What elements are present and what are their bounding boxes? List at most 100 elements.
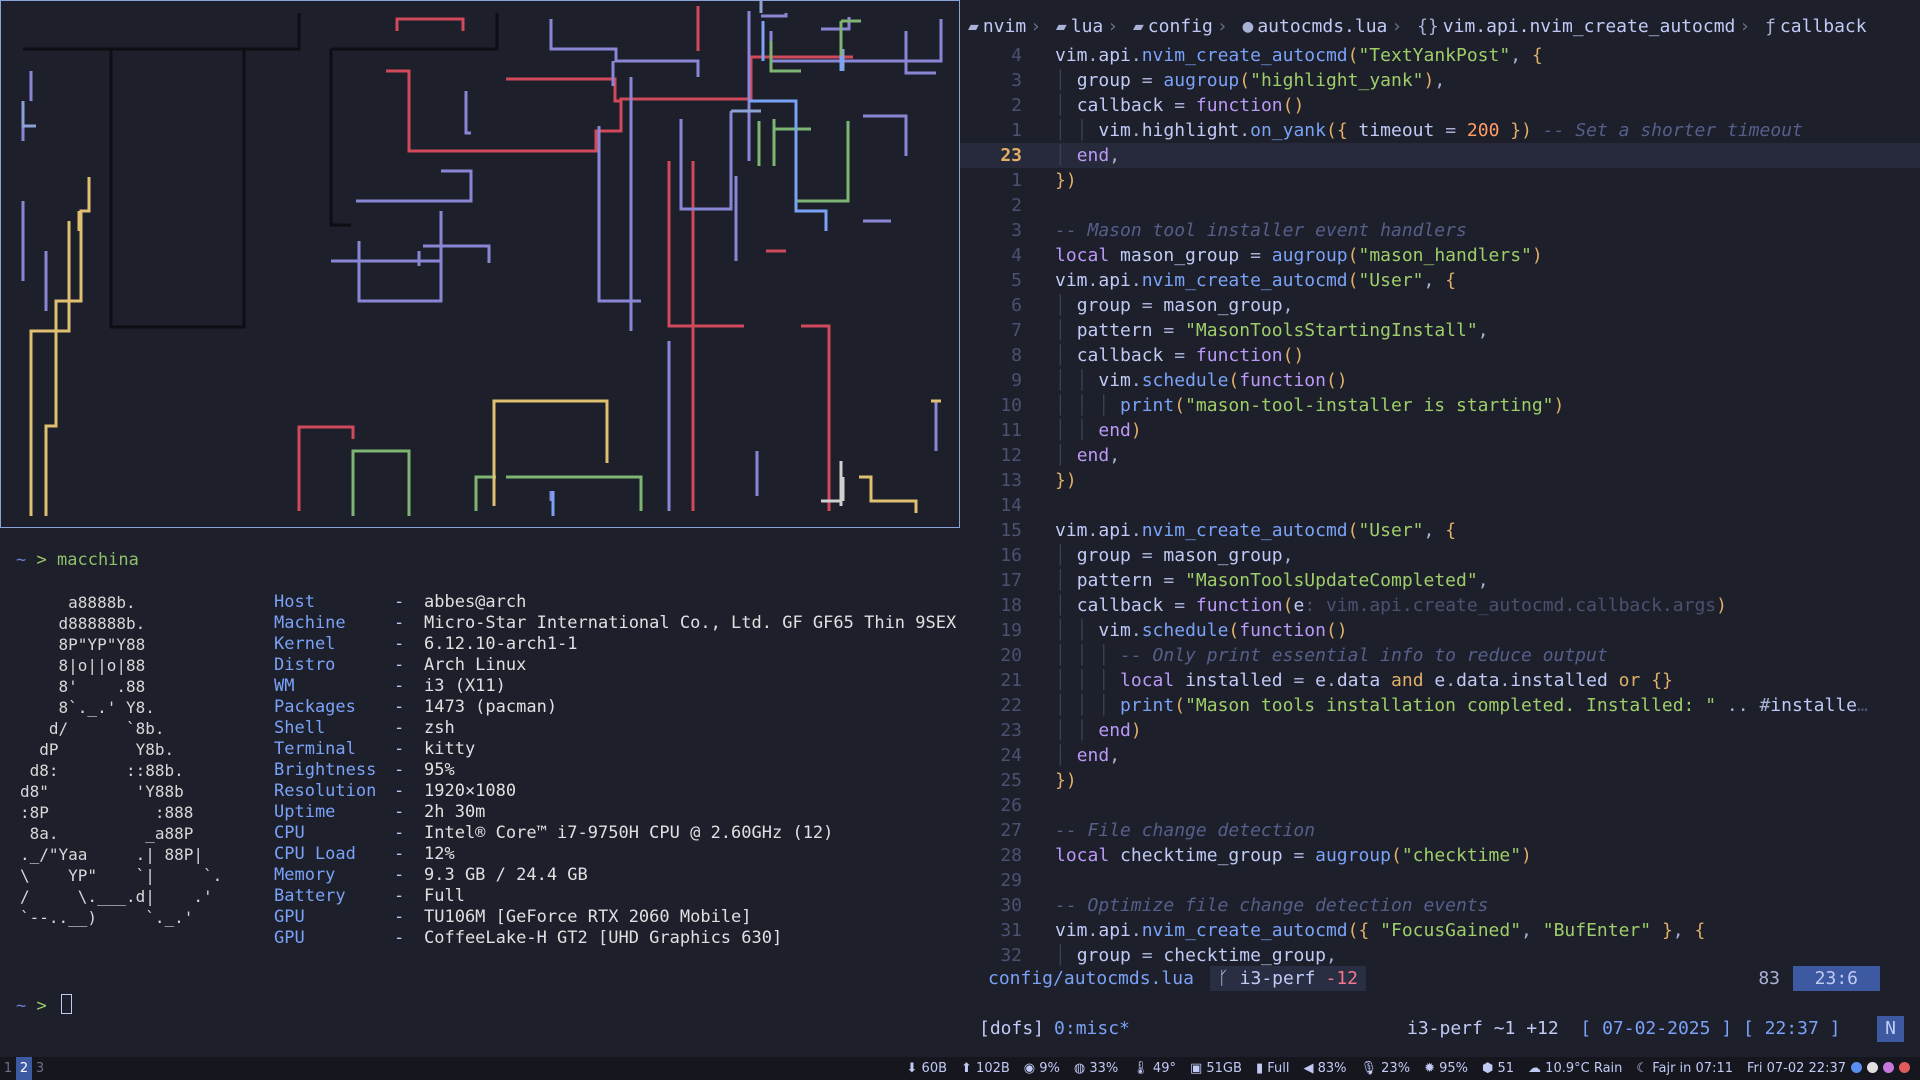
info-separator: - xyxy=(394,697,405,717)
code-line: 19 │ │ vim.schedule(function() xyxy=(1000,620,1348,641)
info-row: Uptime -2h 30m xyxy=(274,802,956,823)
status-module-text: Fajr in 07:11 xyxy=(1652,1061,1733,1076)
code-line: 9 │ │ vim.schedule(function() xyxy=(1011,370,1348,391)
info-key: Terminal xyxy=(274,739,356,759)
object-icon: {} xyxy=(1417,16,1439,37)
info-separator: - xyxy=(394,739,405,759)
terminal-cursor xyxy=(61,994,72,1014)
status-module[interactable]: 🎙 23% xyxy=(1361,1061,1411,1076)
code-line: 22 │ │ │ print("Mason tools installation … xyxy=(1000,695,1868,716)
code-line: 10 │ │ │ print("mason-tool-installer is s… xyxy=(1000,395,1565,416)
status-git-branch: ᚴ i3-perf -12 xyxy=(1210,966,1367,991)
info-value: 2h 30m xyxy=(424,802,486,822)
info-row: Memory -9.3 GB / 24.4 GB xyxy=(274,865,956,886)
breadcrumb-item[interactable]: nvim xyxy=(983,16,1026,37)
status-module[interactable]: ◍ 33% xyxy=(1074,1061,1118,1076)
breadcrumb-item[interactable]: callback xyxy=(1780,16,1867,37)
function-icon: ƒ xyxy=(1765,16,1776,37)
code-line: 1 │ │ vim.highlight.on_yank({ timeout = 2… xyxy=(1011,120,1803,141)
tray-icon[interactable] xyxy=(1899,1062,1910,1073)
status-modules: ⬇ 60B ⬆ 102B ◉ 9% ◍ 33% 🌡 49° ▣ 51GB ▮ Full ◀ 8… xyxy=(893,1057,1910,1080)
chevron-right-icon: › xyxy=(1107,16,1119,37)
info-separator: - xyxy=(394,907,405,927)
microphone-icon: 🎙 xyxy=(1360,1061,1382,1076)
tmux-mode-indicator: N xyxy=(1877,1016,1904,1042)
breadcrumb-item[interactable]: lua xyxy=(1071,16,1104,37)
prompt-arrow: > xyxy=(36,996,47,1016)
neovim-editor-window[interactable]: ▰ nvim › ▰ lua › ▰ config › ● autocmds.lua › {} v… xyxy=(960,0,1920,1055)
breadcrumb-item[interactable]: autocmds.lua xyxy=(1257,16,1387,37)
status-module[interactable]: ☁ 10.9°C Rain xyxy=(1528,1061,1622,1076)
info-row: GPU - CoffeeLake-H GT2 [UHD Graphics 630] xyxy=(274,928,956,949)
workspace-button-1[interactable]: 1 xyxy=(0,1057,16,1080)
tray-icon[interactable] xyxy=(1851,1062,1862,1073)
tray-icon[interactable] xyxy=(1867,1062,1878,1073)
prompt-tilde: ~ xyxy=(16,996,27,1016)
info-row: Resolution -1920×1080 xyxy=(274,781,956,802)
status-module[interactable]: ◀ 83% xyxy=(1303,1061,1346,1076)
code-line: 26 xyxy=(1000,795,1022,816)
status-module[interactable]: ✹ 95% xyxy=(1424,1061,1468,1076)
tmux-git-status: i3-perf ~1 +12 xyxy=(1407,1018,1559,1039)
code-buffer[interactable]: 4 vim.api.nvim_create_autocmd("TextYankPo… xyxy=(960,43,1920,968)
code-line: 5 vim.api.nvim_create_autocmd("User", { xyxy=(1011,270,1457,291)
info-key: GPU xyxy=(274,907,305,927)
status-module[interactable]: ⬆ 102B xyxy=(961,1061,1010,1076)
macchina-terminal-window[interactable]: ~ > macchina a8888b. d888888b. 8P"YP"Y88… xyxy=(0,528,960,1055)
lua-file-icon: ● xyxy=(1242,16,1254,37)
status-module-text: 83% xyxy=(1317,1061,1347,1076)
download-icon: ⬇ xyxy=(906,1061,922,1076)
status-module[interactable]: ☾ Fajr in 07:11 xyxy=(1636,1061,1733,1076)
chevron-right-icon: › xyxy=(1739,16,1751,37)
workspace-switcher: 123 xyxy=(0,1057,48,1080)
info-key: Resolution xyxy=(274,781,377,801)
code-line: 15 vim.api.nvim_create_autocmd("User", { xyxy=(1000,520,1457,541)
info-row: Host - abbes@arch xyxy=(274,592,956,613)
tmux-window[interactable]: 0:misc* xyxy=(1054,1018,1130,1039)
prayer-icon: ☾ xyxy=(1636,1061,1653,1076)
info-key: Battery xyxy=(274,886,346,906)
code-line-current: 23 │ end, xyxy=(960,143,1920,168)
info-value: zsh xyxy=(424,718,455,738)
info-key: Distro xyxy=(274,655,336,675)
code-line: 30 -- Optimize file change detection even… xyxy=(1000,895,1489,916)
status-module[interactable]: ▣ 51GB xyxy=(1190,1061,1242,1076)
info-key: Shell xyxy=(274,718,326,738)
prompt-command: macchina xyxy=(57,550,139,570)
status-module[interactable]: ⬢ 51 xyxy=(1482,1061,1514,1076)
breadcrumb-item[interactable]: vim.api.nvim_create_autocmd xyxy=(1443,16,1736,37)
breadcrumb-item[interactable]: config xyxy=(1148,16,1213,37)
status-file-path: config/autocmds.lua xyxy=(988,968,1194,989)
code-line: 20 │ │ │ -- Only print essential info to … xyxy=(1000,645,1608,666)
info-separator: - xyxy=(394,886,405,906)
tmux-session[interactable]: [dofs] 0:misc* xyxy=(979,1016,1130,1042)
git-branch-icon: ᚴ xyxy=(1218,968,1240,989)
pipes-terminal-window[interactable] xyxy=(0,0,960,528)
info-key: Uptime xyxy=(274,802,336,822)
info-value: Full xyxy=(424,886,465,906)
tmux-datetime: [ 07-02-2025 ] [ 22:37 ] xyxy=(1580,1018,1841,1039)
status-module[interactable]: ▮ Full xyxy=(1256,1061,1290,1076)
prompt-tilde: ~ xyxy=(16,550,27,570)
arch-ascii-logo: a8888b. d888888b. 8P"YP"Y88 8|o||o|88 8'… xyxy=(20,593,223,927)
tmux-right-status: i3-perf ~1 +12 [ 07-02-2025 ] [ 22:37 ] xyxy=(1407,1016,1841,1042)
tray-icon[interactable] xyxy=(1883,1062,1894,1073)
status-module-text: 33% xyxy=(1089,1061,1119,1076)
code-line: 17 │ pattern = "MasonToolsUpdateCompleted… xyxy=(1000,570,1489,591)
workspace-button-2[interactable]: 2 xyxy=(16,1057,32,1080)
status-module[interactable]: Fri 07-02 22:37 xyxy=(1747,1061,1846,1076)
workspace-button-3[interactable]: 3 xyxy=(32,1057,48,1080)
info-separator: - xyxy=(394,655,405,675)
code-line: 8 │ callback = function() xyxy=(1011,345,1305,366)
code-line: 2 xyxy=(1011,195,1022,216)
status-line-count: 83 xyxy=(1758,968,1780,989)
code-line: 23 │ │ end) xyxy=(1000,720,1142,741)
brightness-icon: ✹ xyxy=(1424,1061,1440,1076)
status-module[interactable]: 🌡 49° xyxy=(1132,1061,1176,1076)
status-module[interactable]: ⬇ 60B xyxy=(907,1061,948,1076)
shell-prompt-empty[interactable]: ~ > xyxy=(16,994,72,1017)
status-module[interactable]: ◉ 9% xyxy=(1024,1061,1060,1076)
info-value: 9.3 GB / 24.4 GB xyxy=(424,865,588,885)
chevron-right-icon: › xyxy=(1216,16,1228,37)
status-module-text: 51 xyxy=(1497,1061,1515,1076)
